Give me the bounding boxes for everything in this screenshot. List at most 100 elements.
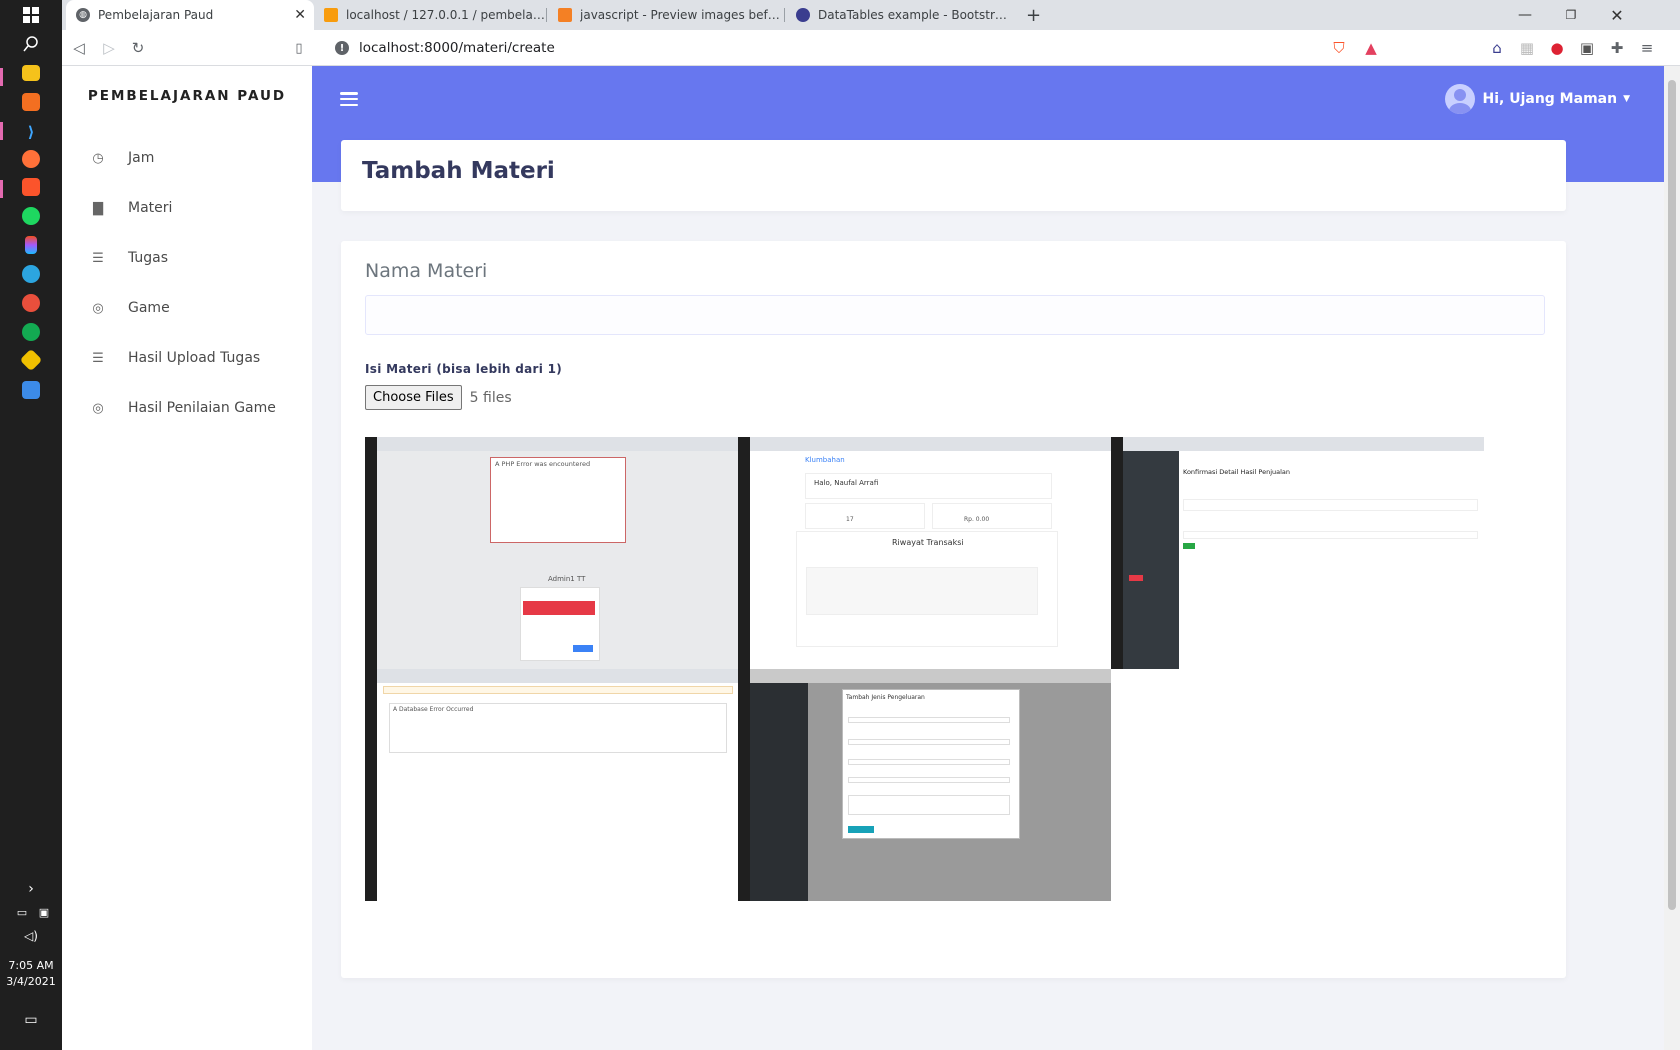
vscode-icon[interactable]: ⟩ [19, 120, 43, 144]
new-tab-button[interactable]: + [1016, 0, 1046, 30]
nama-materi-input[interactable] [365, 295, 1545, 335]
sidebar-item-materi[interactable]: ▇ Materi [90, 193, 172, 223]
book-icon: ▇ [93, 200, 103, 216]
menu-icon[interactable]: ≡ [1636, 37, 1658, 59]
page-title: Tambah Materi [362, 158, 555, 184]
caret-down-icon: ▼ [1623, 94, 1630, 104]
sidebar-brand[interactable]: PEMBELAJARAN PAUD [62, 88, 312, 104]
extension-icon[interactable]: ● [1546, 37, 1568, 59]
word-icon[interactable] [22, 381, 40, 399]
search-icon[interactable] [19, 32, 43, 56]
main-content: Hi, Ujang Maman ▼ Tambah Materi Nama Mat… [312, 66, 1664, 1050]
avatar [1444, 84, 1475, 114]
user-dropdown[interactable]: Hi, Ujang Maman ▼ [1444, 84, 1630, 114]
telegram-icon[interactable] [22, 265, 40, 283]
tab-label: localhost / 127.0.0.1 / pembelajaran | p [346, 8, 546, 22]
form-card: Nama Materi Isi Materi (bisa lebih dari … [341, 241, 1566, 978]
clock-date: 3/4/2021 [6, 975, 56, 988]
figma-icon[interactable] [25, 236, 37, 254]
preview-heading: Tambah Jenis Pengeluaran [846, 694, 925, 701]
windows-start-icon[interactable] [19, 3, 43, 27]
datatables-icon [796, 8, 810, 22]
preview-heading: Riwayat Transaksi [892, 538, 964, 547]
restore-button[interactable]: ❐ [1548, 0, 1594, 30]
tab-separator [784, 8, 785, 22]
sidebar-item-label: Tugas [128, 250, 169, 266]
preview-image-php-error: A PHP Error was encountered Admin1 TT [365, 437, 738, 669]
reload-icon[interactable]: ↻ [127, 37, 149, 59]
tab-datatables[interactable]: DataTables example - Bootstrap 4 [786, 0, 1012, 30]
close-window-button[interactable]: ✕ [1594, 0, 1640, 30]
taskbar-clock[interactable]: 7:05 AM 3/4/2021 [0, 958, 62, 990]
brave-shields-icon[interactable]: ⛉ [1328, 37, 1350, 59]
preview-image-tambah-pengeluaran: Tambah Jenis Pengeluaran [738, 669, 1111, 901]
list-icon: ☰ [92, 250, 104, 266]
sidebar-item-tugas[interactable]: ☰ Tugas [90, 243, 168, 273]
file-input[interactable]: Choose Files 5 files [365, 385, 512, 410]
sidebar-item-jam[interactable]: ◷ Jam [90, 143, 154, 173]
extension-badge-icon[interactable]: ⌂ [1486, 37, 1508, 59]
tab-pembelajaran-paud[interactable]: ◍ Pembelajaran Paud ✕ [66, 0, 314, 30]
phpmyadmin-icon [324, 8, 338, 22]
tab-separator [546, 8, 547, 22]
info-icon[interactable]: ! [335, 41, 349, 55]
clock-time: 7:05 AM [8, 959, 54, 972]
taskbar-active-marker [0, 122, 3, 140]
bookmark-icon[interactable]: ▯ [288, 37, 310, 59]
tab-stackoverflow[interactable]: javascript - Preview images before up [548, 0, 784, 30]
sidebar-item-label: Hasil Penilaian Game [128, 400, 276, 416]
extension-icon[interactable]: ▣ [1576, 37, 1598, 59]
battery-icon[interactable]: ▭ [10, 900, 34, 924]
sidebar-item-label: Hasil Upload Tugas [128, 350, 261, 366]
preview-greeting: Halo, Naufal Arrafi [814, 479, 879, 487]
clock-icon: ◷ [92, 150, 104, 166]
back-icon[interactable]: ◁ [68, 37, 90, 59]
gamepad-icon: ◎ [92, 400, 104, 416]
sidebar: PEMBELAJARAN PAUD ◷ Jam ▇ Materi ☰ Tugas… [62, 66, 312, 1050]
mongodb-icon[interactable] [22, 323, 40, 341]
preview-image-konfirmasi-penjualan: Konfirmasi Detail Hasil Penjualan [1111, 437, 1484, 669]
volume-icon[interactable]: ◁) [19, 924, 43, 948]
url-text: localhost:8000/materi/create [359, 40, 555, 56]
brave-rewards-icon[interactable]: ▲ [1360, 37, 1382, 59]
file-explorer-icon[interactable] [22, 65, 40, 81]
preview-image-riwayat-transaksi: Klumbahan Halo, Naufal Arrafi 17 Rp. 0.0… [738, 437, 1111, 669]
preview-stat: Rp. 0.00 [964, 516, 990, 523]
git-icon[interactable] [19, 348, 43, 372]
tab-label: Pembelajaran Paud [98, 8, 214, 22]
preview-image-database-error: A Database Error Occurred [365, 669, 738, 901]
tab-phpmyadmin[interactable]: localhost / 127.0.0.1 / pembelajaran | p [314, 0, 546, 30]
browser-chrome: ◍ Pembelajaran Paud ✕ localhost / 127.0.… [62, 0, 1680, 66]
sidebar-item-game[interactable]: ◎ Game [90, 293, 170, 323]
minimize-button[interactable]: — [1502, 0, 1548, 30]
network-icon[interactable]: ▣ [32, 900, 56, 924]
stackoverflow-icon [558, 8, 572, 22]
address-bar[interactable]: ! localhost:8000/materi/create [335, 36, 1315, 60]
sidebar-item-label: Materi [128, 200, 173, 216]
scrollbar-thumb[interactable] [1668, 80, 1676, 910]
notification-icon[interactable]: ▭ [19, 1008, 43, 1032]
preview-brand: Klumbahan [805, 456, 845, 464]
xampp-icon[interactable] [22, 93, 40, 111]
chevron-right-icon[interactable]: › [19, 877, 43, 901]
extension-icon[interactable]: ▦ [1516, 37, 1538, 59]
hamburger-menu-icon[interactable] [340, 92, 358, 106]
firefox-icon[interactable] [22, 150, 40, 168]
sidebar-item-hasil-penilaian-game[interactable]: ◎ Hasil Penilaian Game [90, 393, 276, 423]
browser-toolbar: ◁ ▷ ↻ ▯ ! localhost:8000/materi/create ⛉… [62, 30, 1680, 66]
list-icon: ☰ [92, 350, 104, 366]
vertical-scrollbar[interactable] [1664, 66, 1680, 1050]
isi-materi-label: Isi Materi (bisa lebih dari 1) [365, 362, 563, 376]
puzzle-icon[interactable]: ✚ [1606, 37, 1628, 59]
spotify-icon[interactable] [22, 207, 40, 225]
file-count: 5 files [469, 389, 512, 406]
sidebar-item-label: Game [128, 300, 170, 316]
app-icon[interactable] [22, 294, 40, 312]
close-tab-icon[interactable]: ✕ [294, 7, 306, 23]
choose-files-button[interactable]: Choose Files [365, 385, 462, 410]
brave-icon[interactable] [22, 178, 40, 196]
windows-taskbar: ⟩ › ▭ ▣ ◁) 7:05 AM 3/4/2021 ▭ [0, 0, 62, 1050]
sidebar-item-hasil-upload-tugas[interactable]: ☰ Hasil Upload Tugas [90, 343, 260, 373]
forward-icon[interactable]: ▷ [98, 37, 120, 59]
taskbar-active-marker [0, 68, 3, 86]
